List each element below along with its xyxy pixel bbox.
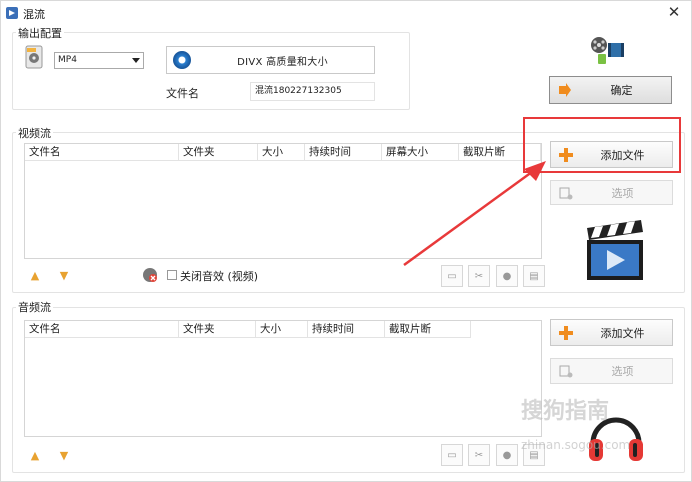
plus-icon	[559, 325, 573, 340]
chevron-down-icon	[132, 58, 140, 63]
mute-audio-checkbox[interactable]	[167, 270, 177, 280]
move-down-icon[interactable]: ▼	[57, 269, 71, 283]
output-group-label: 输出配置	[16, 25, 64, 41]
video-options-label: 选项	[611, 186, 634, 200]
audio-add-file-button[interactable]: 添加文件	[550, 319, 673, 346]
filename-input[interactable]: 混流180227132305	[250, 82, 375, 101]
audio-cut-icon[interactable]: ✂	[468, 444, 490, 466]
media-convert-icon	[591, 37, 624, 64]
title-bar: 混流 ✕	[1, 1, 691, 25]
format-icon	[25, 45, 43, 69]
mute-icon	[143, 268, 157, 282]
audio-group-label: 音频流	[16, 299, 53, 315]
confirm-button[interactable]: 确定	[549, 76, 672, 104]
format-select-value: MP4	[58, 55, 77, 65]
film-settings-icon	[559, 365, 573, 378]
audio-col-clip[interactable]: 截取片断	[385, 321, 471, 338]
audio-move-up-icon[interactable]: ▲	[28, 449, 42, 463]
audio-col-filename[interactable]: 文件名	[25, 321, 179, 338]
quality-preset-label: DIVX 高质量和大小	[237, 56, 328, 68]
video-col-filename[interactable]: 文件名	[25, 144, 179, 161]
watermark-subtext: zhinan.sogou.com	[521, 438, 631, 452]
arrow-right-icon	[559, 83, 571, 97]
audio-col-duration[interactable]: 持续时间	[308, 321, 385, 338]
format-select[interactable]: MP4	[54, 52, 144, 69]
video-col-folder[interactable]: 文件夹	[179, 144, 258, 161]
quality-preset-button[interactable]: DIVX 高质量和大小	[166, 46, 375, 74]
app-icon	[6, 7, 18, 19]
clapperboard-icon	[587, 220, 643, 280]
audio-table-header: 文件名 文件夹 大小 持续时间 截取片断	[25, 321, 471, 338]
video-options-button[interactable]: 选项	[550, 180, 673, 205]
close-button[interactable]: ✕	[665, 3, 683, 21]
film-settings-icon	[559, 187, 573, 199]
audio-play-icon[interactable]: ●	[496, 444, 518, 466]
audio-options-label: 选项	[611, 365, 634, 378]
audio-add-file-label: 添加文件	[600, 326, 645, 340]
settings-disc-icon	[173, 51, 191, 69]
confirm-label: 确定	[610, 84, 633, 97]
filename-label: 文件名	[166, 87, 199, 100]
video-group-label: 视频流	[16, 125, 53, 141]
watermark-text: 搜狗指南	[521, 399, 610, 424]
video-col-size[interactable]: 大小	[258, 144, 305, 161]
audio-remove-file-icon[interactable]: ▭	[441, 444, 463, 466]
annotation-arrow	[403, 161, 546, 267]
move-up-icon[interactable]: ▲	[28, 269, 42, 283]
mute-audio-label: 关闭音效 (视频)	[180, 270, 259, 283]
audio-col-folder[interactable]: 文件夹	[179, 321, 256, 338]
audio-col-size[interactable]: 大小	[256, 321, 308, 338]
audio-file-table[interactable]: 文件名 文件夹 大小 持续时间 截取片断	[24, 320, 542, 437]
window-title: 混流	[23, 8, 45, 21]
main-window: 混流 ✕ 输出配置 MP4 DIVX 高质量和大小 文件名 混流18022713…	[0, 0, 692, 482]
audio-move-down-icon[interactable]: ▼	[57, 449, 71, 463]
video-col-duration[interactable]: 持续时间	[305, 144, 382, 161]
audio-options-button[interactable]: 选项	[550, 358, 673, 384]
